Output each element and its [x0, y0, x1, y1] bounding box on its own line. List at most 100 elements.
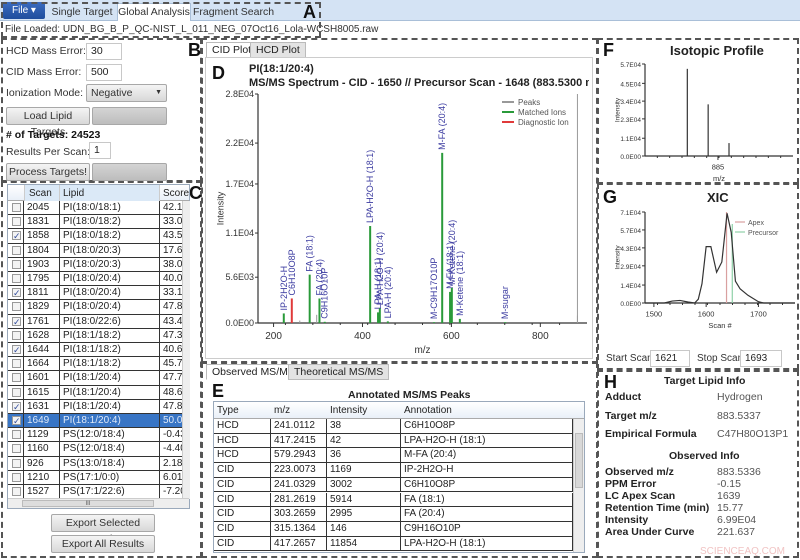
y-tick-label: 1.1E04 — [620, 136, 641, 143]
tab-theoretical-ms-ms[interactable]: Theoretical MS/MS — [288, 364, 390, 380]
isotopic-profile-title: Isotopic Profile — [670, 43, 764, 58]
checkbox-unchecked[interactable] — [12, 217, 21, 227]
scrollbar-thumb[interactable]: III — [22, 500, 154, 507]
checkbox-unchecked[interactable] — [12, 302, 21, 312]
checkbox-unchecked[interactable] — [12, 444, 21, 454]
checkbox-unchecked[interactable] — [12, 387, 21, 397]
results-row[interactable]: 1601PI(18:1/20:4)47.78 — [8, 371, 182, 386]
checkbox-unchecked[interactable] — [12, 274, 21, 283]
column-header-intensity[interactable]: Intensity — [327, 402, 401, 418]
checkbox-cell — [8, 357, 24, 371]
results-row[interactable]: ✓1761PI(18:0/22:6)43.42 — [8, 314, 182, 329]
annotation-cell: C9H16O10P — [401, 521, 573, 536]
checkbox-unchecked[interactable] — [12, 373, 21, 383]
checkbox-unchecked[interactable] — [12, 330, 21, 340]
y-tick-label: 4.3E04 — [620, 246, 641, 253]
peak-row[interactable]: CID 315.1364 146 C9H16O10P — [214, 521, 573, 537]
column-header-score[interactable]: Score — [160, 185, 190, 201]
xic-chart: 0.0E00 1.4E04 2.9E04 4.3E04 5.7E04 7.1E04 1500… — [614, 210, 795, 330]
column-header-type[interactable]: Type — [214, 402, 271, 418]
tab-observed-ms-ms[interactable]: Observed MS/MS — [206, 364, 301, 380]
checkbox-checked[interactable]: ✓ — [12, 401, 21, 411]
mz-cell: 281.2619 — [271, 492, 327, 507]
checkbox-checked[interactable]: ✓ — [12, 345, 21, 355]
score-cell: 43.42 — [163, 315, 182, 327]
scan-cell: 1601 — [24, 371, 60, 385]
column-header-mz[interactable]: m/z — [271, 402, 327, 418]
export-all-results-button[interactable]: Export All Results — [51, 535, 155, 553]
checkbox-checked[interactable]: ✓ — [12, 416, 21, 426]
tab-hcd-plot[interactable]: HCD Plot — [250, 42, 306, 58]
results-row[interactable]: 1804PI(18:0/20:3)17.69 — [8, 243, 182, 258]
ionization-mode-select[interactable]: Negative ▼ — [86, 84, 167, 102]
results-row[interactable]: ✓1649PI(18:1/20:4)50.07 — [8, 414, 182, 429]
peak-row[interactable]: CID 223.0073 1169 IP-2H2O-H — [214, 463, 573, 478]
vertical-scrollbar[interactable] — [182, 201, 190, 499]
hcd-mass-error-label: HCD Mass Error: — [6, 45, 86, 57]
results-row[interactable]: 2045PI(18:0/18:1)42.18 — [8, 201, 182, 216]
peak-row[interactable]: HCD 241.0112 38 C6H10O8P — [214, 419, 573, 434]
results-row[interactable]: 926 PS(13:0/18:4) 2.18 — [8, 456, 182, 471]
stop-scan-input[interactable]: 1693 — [740, 350, 782, 367]
peak-row[interactable]: CID 241.0329 3002 C6H10O8P — [214, 477, 573, 493]
cid-mass-error-input[interactable]: 500 — [86, 64, 122, 81]
type-cell: CID — [214, 536, 271, 551]
results-row[interactable]: 1628PI(18:1/18:2)47.32 — [8, 328, 182, 343]
checkbox-unchecked[interactable] — [12, 472, 21, 482]
export-selected-results-button[interactable]: Export Selected Results — [51, 514, 155, 545]
results-row[interactable]: 1129PS(12:0/18:4)-0.43 — [8, 428, 182, 443]
scan-cell: 1628 — [24, 328, 60, 342]
hcd-mass-error-input[interactable]: 30 — [86, 43, 122, 60]
checkbox-unchecked[interactable] — [12, 430, 21, 440]
scan-cell: 1761 — [24, 314, 60, 328]
checkbox-unchecked[interactable] — [12, 359, 21, 369]
panel-label-a: A — [303, 2, 316, 22]
results-row[interactable]: 1527PS(17:1/22:6)-7.20 — [8, 485, 182, 499]
checkbox-unchecked[interactable] — [12, 245, 21, 255]
results-row[interactable]: 1160PS(12:0/18:4)-4.40 — [8, 442, 182, 457]
column-header-annotation[interactable]: Annotation — [401, 402, 573, 418]
scrollbar-thumb[interactable] — [575, 433, 583, 488]
peak-annotation: C6H10O8P — [287, 249, 297, 295]
score-cell: 33.04 — [163, 216, 182, 228]
results-row[interactable]: 1903PI(18:0/20:3)38.02 — [8, 257, 182, 272]
peak-row[interactable]: CID 417.2657 11854 LPA-H2O-H (18:1) — [214, 536, 573, 552]
results-row[interactable]: ✓1858PI(18:0/18:2)43.54 — [8, 229, 182, 244]
results-row[interactable]: 1615PI(18:1/20:4)48.65 — [8, 385, 182, 400]
checkbox-unchecked[interactable] — [12, 259, 21, 269]
checkbox-unchecked[interactable] — [12, 487, 21, 496]
peaks-vertical-scrollbar[interactable] — [573, 419, 584, 552]
process-targets-button[interactable]: Process Targets! — [6, 163, 90, 181]
results-row[interactable]: ✓1631PI(18:1/20:4)47.87 — [8, 399, 182, 414]
lipid-cell: PI(18:0/20:4) — [60, 300, 160, 314]
y-tick-label: 5.6E03 — [225, 272, 254, 282]
results-row[interactable]: 1664PI(18:1/18:2)45.72 — [8, 357, 182, 372]
results-row[interactable]: 1829PI(18:0/20:4)47.85 — [8, 300, 182, 315]
checkbox-checked[interactable]: ✓ — [12, 231, 21, 241]
peak-row[interactable]: HCD 579.2943 36 M-FA (20:4) — [214, 448, 573, 464]
results-row[interactable]: 1210 PS(17:1/0:0) 6.01 — [8, 470, 182, 485]
peak-row[interactable]: CID 303.2659 2995 FA (20:4) — [214, 507, 573, 522]
results-row[interactable]: ✓1811PI(18:0/20:4)33.10 — [8, 286, 182, 301]
checkbox-unchecked[interactable] — [12, 458, 21, 468]
results-row[interactable]: ✓1644PI(18:1/18:2)40.67 — [8, 343, 182, 358]
checkbox-checked[interactable]: ✓ — [12, 288, 21, 298]
checkbox-checked[interactable]: ✓ — [12, 316, 21, 326]
results-row[interactable]: 1831PI(18:0/18:2)33.04 — [8, 215, 182, 230]
results-per-scan-input[interactable]: 1 — [89, 142, 111, 159]
start-scan-input[interactable]: 1621 — [650, 350, 690, 367]
y-tick-label: 5.7E04 — [620, 228, 641, 235]
lipid-cell: PI(18:0/20:3) — [60, 243, 160, 257]
horizontal-scrollbar[interactable]: III — [8, 498, 189, 508]
x-tick-label: 800 — [532, 331, 549, 342]
results-row[interactable]: 1795PI(18:0/20:4)40.05 — [8, 272, 182, 287]
peak-row[interactable]: HCD 417.2415 42 LPA-H2O-H (18:1) — [214, 433, 573, 449]
peaks-table-header: Type m/z Intensity Annotation — [214, 402, 584, 419]
load-lipid-targets-button[interactable]: Load Lipid Targets — [6, 107, 90, 138]
checkbox-unchecked[interactable] — [12, 203, 21, 212]
lipid-cell: PS(12:0/18:4) — [60, 428, 160, 442]
peak-row[interactable]: CID 281.2619 5914 FA (18:1) — [214, 492, 573, 508]
column-header-scan[interactable]: Scan — [24, 185, 60, 201]
column-header-lipid[interactable]: Lipid — [60, 185, 160, 201]
target-lipid-info-title: Target Lipid Info — [664, 375, 746, 387]
